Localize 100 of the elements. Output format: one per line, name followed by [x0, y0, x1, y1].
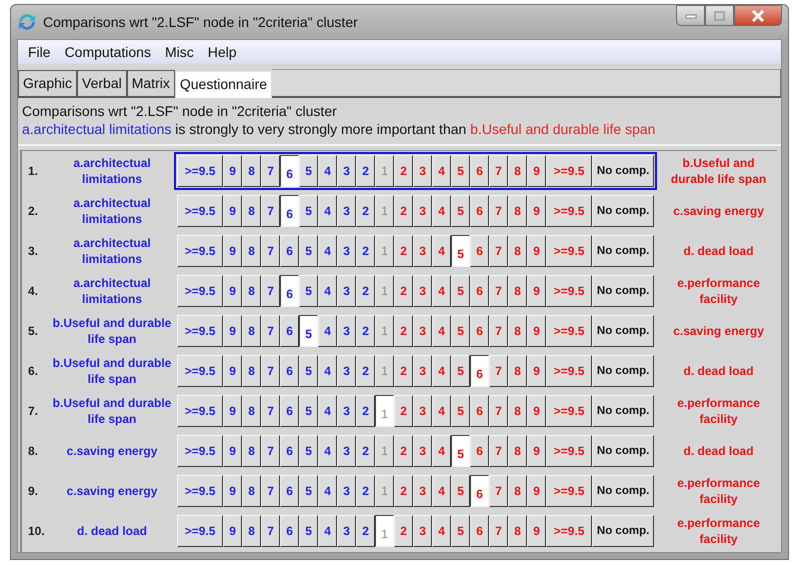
scale-button[interactable]: No comp. — [592, 155, 654, 187]
scale-button[interactable]: 9 — [527, 315, 546, 347]
scale-button[interactable]: 2 — [356, 275, 376, 307]
tab[interactable]: Graphic — [18, 70, 78, 96]
scale-button[interactable]: >=9.5 — [546, 275, 592, 307]
scale-button[interactable]: 3 — [413, 235, 432, 267]
scale-button[interactable]: >=9.5 — [177, 315, 224, 347]
scale-button[interactable]: 8 — [508, 195, 528, 227]
scale-button[interactable]: 9 — [527, 355, 546, 387]
scale-button[interactable]: 9 — [223, 315, 242, 347]
menu-item[interactable]: Help — [202, 42, 243, 62]
scale-button[interactable]: 9 — [527, 155, 546, 187]
scale-button[interactable]: >=9.5 — [546, 315, 592, 347]
scale-button[interactable]: >=9.5 — [177, 195, 224, 227]
scale-button[interactable]: 6 — [280, 355, 300, 387]
scale-button[interactable]: 5 — [299, 155, 318, 187]
scale-button[interactable]: 8 — [242, 435, 262, 467]
scale-button[interactable]: 2 — [394, 195, 414, 227]
scale-button[interactable]: No comp. — [592, 195, 654, 227]
scale-button[interactable]: 3 — [413, 515, 432, 547]
scale-button[interactable]: 7 — [489, 395, 508, 427]
scale-button[interactable]: 3 — [337, 395, 356, 427]
scale-button[interactable]: 9 — [223, 475, 242, 507]
scale-button[interactable]: 5 — [299, 235, 318, 267]
scale-button[interactable]: 7 — [261, 275, 280, 307]
scale-button[interactable]: No comp. — [592, 275, 654, 307]
scale-button[interactable]: 9 — [527, 195, 546, 227]
scale-button[interactable]: 6 — [470, 235, 490, 267]
scale-button[interactable]: 6 — [470, 515, 490, 547]
scale-button[interactable]: 8 — [508, 395, 528, 427]
scale-button[interactable]: >=9.5 — [177, 275, 224, 307]
scale-button[interactable]: 4 — [318, 515, 338, 547]
scale-button[interactable]: 5 — [299, 435, 318, 467]
scale-button[interactable]: No comp. — [592, 435, 654, 467]
scale-button[interactable]: 3 — [413, 355, 432, 387]
scale-button[interactable]: 8 — [242, 355, 262, 387]
scale-button[interactable]: 4 — [432, 195, 452, 227]
scale-button[interactable]: 5 — [451, 235, 470, 267]
scale-button[interactable]: 8 — [242, 235, 262, 267]
scale-button[interactable]: >=9.5 — [546, 355, 592, 387]
tab[interactable]: Matrix — [126, 70, 175, 96]
scale-button[interactable]: 6 — [280, 435, 300, 467]
scale-button[interactable]: No comp. — [592, 395, 654, 427]
scale-button[interactable]: 9 — [527, 235, 546, 267]
scale-button[interactable]: 9 — [527, 395, 546, 427]
scale-button[interactable]: 6 — [470, 355, 490, 387]
tab[interactable]: Questionnaire — [174, 71, 272, 98]
scale-button[interactable]: 8 — [508, 435, 528, 467]
scale-button[interactable]: 2 — [394, 515, 414, 547]
scale-button[interactable]: 5 — [451, 315, 470, 347]
scale-button[interactable]: 6 — [280, 275, 300, 307]
scale-button[interactable]: 7 — [489, 315, 508, 347]
scale-button[interactable]: 2 — [356, 155, 376, 187]
scale-button[interactable]: 2 — [356, 195, 376, 227]
scale-button[interactable]: >=9.5 — [177, 355, 224, 387]
scale-button[interactable]: 2 — [356, 515, 376, 547]
scale-button[interactable]: 6 — [280, 315, 300, 347]
scale-button[interactable]: >=9.5 — [546, 195, 592, 227]
scale-button[interactable]: 7 — [261, 435, 280, 467]
scale-button[interactable]: 8 — [242, 315, 262, 347]
scale-button[interactable]: 4 — [432, 235, 452, 267]
scale-button[interactable]: 5 — [299, 355, 318, 387]
scale-button[interactable]: 6 — [470, 475, 490, 507]
scale-button[interactable]: >=9.5 — [546, 395, 592, 427]
scale-button[interactable]: 2 — [394, 155, 414, 187]
scale-button[interactable]: 8 — [508, 315, 528, 347]
scale-button[interactable]: No comp. — [592, 515, 654, 547]
scale-button[interactable]: 6 — [470, 435, 490, 467]
scale-button[interactable]: 4 — [318, 315, 338, 347]
scale-button[interactable]: 7 — [261, 395, 280, 427]
scale-button[interactable]: 8 — [508, 235, 528, 267]
scale-button[interactable]: 7 — [489, 235, 508, 267]
scale-button[interactable]: 6 — [470, 195, 490, 227]
scale-button[interactable]: 9 — [223, 435, 242, 467]
scale-button[interactable]: >=9.5 — [546, 155, 592, 187]
scale-button[interactable]: 8 — [242, 515, 262, 547]
scale-button[interactable]: 5 — [451, 435, 470, 467]
scale-button[interactable]: >=9.5 — [546, 435, 592, 467]
scale-button[interactable]: 6 — [280, 475, 300, 507]
scale-button[interactable]: 2 — [394, 355, 414, 387]
scale-button[interactable]: 2 — [394, 275, 414, 307]
scale-button[interactable]: 9 — [223, 395, 242, 427]
scale-button[interactable]: 3 — [337, 475, 356, 507]
scale-button[interactable]: 8 — [242, 275, 262, 307]
scale-button[interactable]: 7 — [489, 155, 508, 187]
scale-button[interactable]: 9 — [223, 355, 242, 387]
scale-button[interactable]: 7 — [489, 475, 508, 507]
scale-button[interactable]: 6 — [470, 155, 490, 187]
scale-button[interactable]: 2 — [356, 235, 376, 267]
scale-button[interactable]: 3 — [337, 435, 356, 467]
scale-button[interactable]: 8 — [508, 275, 528, 307]
scale-button[interactable]: 3 — [413, 315, 432, 347]
scale-button[interactable]: 4 — [432, 355, 452, 387]
scale-button[interactable]: 9 — [527, 475, 546, 507]
scale-button[interactable]: 2 — [394, 395, 414, 427]
scale-button[interactable]: >=9.5 — [177, 395, 224, 427]
menu-item[interactable]: Computations — [58, 42, 157, 62]
scale-button[interactable]: No comp. — [592, 235, 654, 267]
scale-button[interactable]: 9 — [223, 275, 242, 307]
scale-button[interactable]: 6 — [280, 395, 300, 427]
